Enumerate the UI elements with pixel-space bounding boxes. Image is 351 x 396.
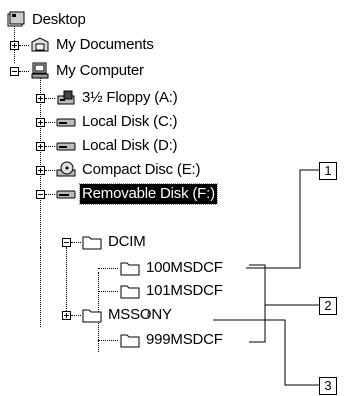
tree-node-my-documents[interactable]: My Documents <box>30 34 156 56</box>
folder-icon <box>120 262 140 276</box>
removable-disk-icon <box>56 190 76 199</box>
mssony-label: MSSONY <box>108 306 172 323</box>
folder-icon <box>120 334 140 348</box>
callout-1: 1 <box>319 162 337 180</box>
callout-3: 3 <box>319 377 337 395</box>
expand-floppy-icon[interactable] <box>36 94 45 103</box>
floppy-drive-icon <box>57 90 75 105</box>
tree-node-my-computer[interactable]: My Computer <box>30 60 146 82</box>
callout-2: 2 <box>319 297 337 315</box>
floppy-label: 3½ Floppy (A:) <box>82 89 178 106</box>
collapse-my-computer-icon[interactable] <box>10 67 19 76</box>
tree-node-dcim[interactable]: DCIM <box>82 231 148 253</box>
expand-local-c-icon[interactable] <box>36 118 45 127</box>
folder-101msdcf-label: 101MSDCF <box>146 282 223 299</box>
tree-node-desktop[interactable]: Desktop <box>6 9 88 31</box>
collapse-dcim-icon[interactable] <box>62 238 71 247</box>
dcim-label: DCIM <box>108 233 146 250</box>
tree-node-removable-disk[interactable]: Removable Disk (F:) <box>56 183 218 205</box>
computer-icon <box>31 62 49 79</box>
tree-node-mssony[interactable]: MSSONY <box>82 304 174 326</box>
folder-100msdcf-label: 100MSDCF <box>146 259 223 276</box>
tree-node-101msdcf[interactable]: 101MSDCF <box>120 280 225 302</box>
my-computer-label: My Computer <box>56 62 144 79</box>
local-c-label: Local Disk (C:) <box>82 113 178 130</box>
documents-folder-icon <box>31 37 49 52</box>
tree-node-local-d[interactable]: Local Disk (D:) <box>56 135 179 157</box>
tree-node-floppy[interactable]: 3½ Floppy (A:) <box>56 87 180 109</box>
tree-node-100msdcf[interactable]: 100MSDCF <box>120 257 225 279</box>
compact-disc-label: Compact Disc (E:) <box>82 161 201 178</box>
removable-disk-label: Removable Disk (F:) <box>79 183 218 205</box>
folder-999msdcf-label: 999MSDCF <box>146 331 223 348</box>
folder-icon <box>82 236 102 250</box>
tree-node-local-c[interactable]: Local Disk (C:) <box>56 111 179 133</box>
hard-disk-icon <box>56 118 76 127</box>
tree-node-999msdcf[interactable]: 999MSDCF <box>120 329 225 351</box>
expand-compact-disc-icon[interactable] <box>36 166 45 175</box>
local-d-label: Local Disk (D:) <box>82 137 178 154</box>
tree-node-compact-disc[interactable]: Compact Disc (E:) <box>56 159 202 181</box>
folder-icon <box>120 285 140 299</box>
expand-my-documents-icon[interactable] <box>10 41 19 50</box>
desktop-icon <box>7 11 25 27</box>
hard-disk-icon <box>56 142 76 151</box>
expand-mssony-icon[interactable] <box>62 311 71 320</box>
collapse-removable-icon[interactable] <box>36 190 45 199</box>
desktop-label: Desktop <box>32 11 86 28</box>
folder-icon <box>82 309 102 323</box>
expand-local-d-icon[interactable] <box>36 142 45 151</box>
my-documents-label: My Documents <box>56 36 154 53</box>
cd-drive-icon <box>56 161 76 177</box>
